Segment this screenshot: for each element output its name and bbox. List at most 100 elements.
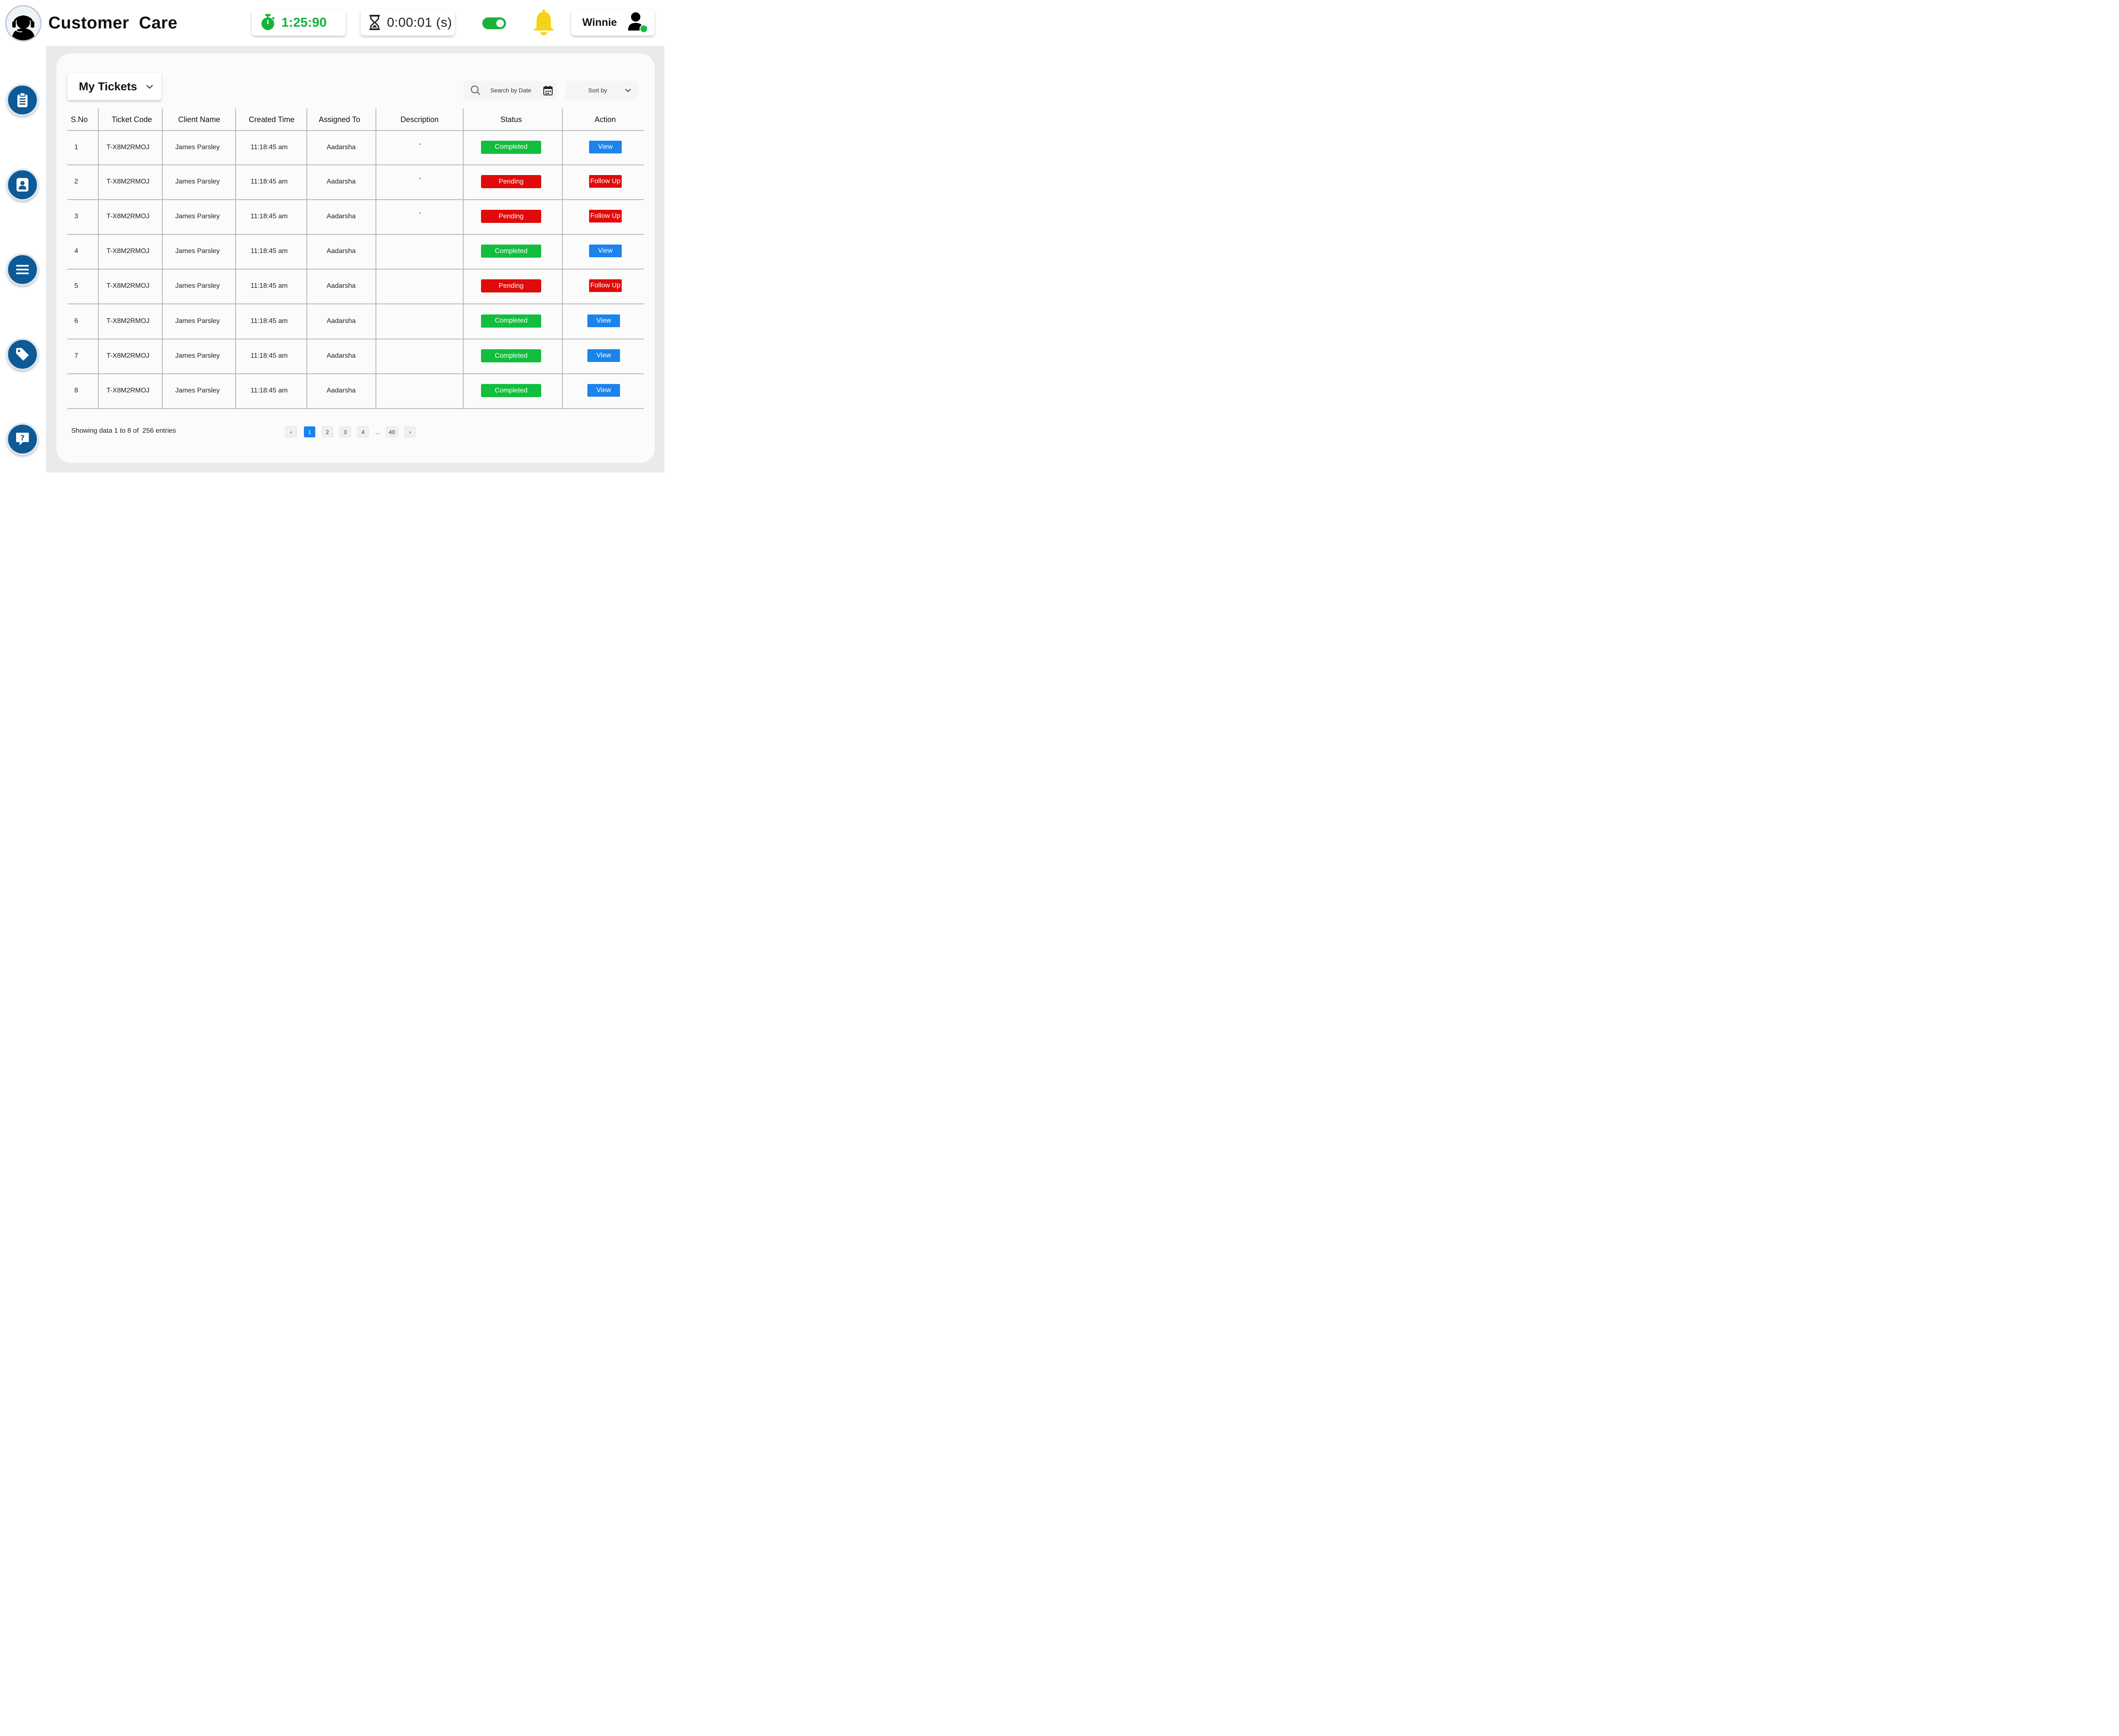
cell-desc: - (419, 175, 421, 182)
view-button[interactable]: View (587, 349, 620, 362)
view-button[interactable]: View (587, 384, 620, 397)
column-header[interactable]: S.No (64, 115, 94, 124)
notification-bell-icon[interactable] (531, 9, 556, 36)
entries-summary: Showing data 1 to 8 of 256 entries (71, 427, 176, 434)
page-button[interactable]: 3 (339, 426, 351, 437)
follow-up-button[interactable]: Follow Up (589, 210, 622, 223)
cell-time: 11:18:45 am (250, 282, 288, 289)
prev-page-button[interactable]: ‹ (285, 426, 297, 437)
table-row-divider (67, 130, 644, 131)
tickets-panel (56, 53, 655, 463)
column-header[interactable]: Client Name (165, 115, 233, 124)
cell-code: T-X8M2RMOJ (106, 213, 150, 220)
status-badge: Pending (481, 279, 541, 292)
sort-dropdown[interactable]: Sort by (565, 81, 638, 100)
cell-client: James Parsley (175, 387, 220, 394)
column-header[interactable]: Created Time (238, 115, 306, 124)
sidebar: ? (0, 46, 46, 473)
cell-desc: - (419, 209, 421, 217)
table-row-divider (67, 269, 644, 270)
chevron-down-icon (625, 89, 631, 92)
cell-time: 11:18:45 am (250, 387, 288, 394)
cell-time: 11:18:45 am (250, 352, 288, 359)
cell-code: T-X8M2RMOJ (106, 352, 150, 359)
top-bar: Customer Care 1:25:90 0:00:01 (s) Winnie (0, 0, 665, 46)
sidebar-item-tags[interactable] (6, 338, 39, 370)
view-selector-dropdown[interactable]: My Tickets (67, 73, 161, 100)
cell-client: James Parsley (175, 317, 220, 325)
cell-code: T-X8M2RMOJ (106, 178, 150, 185)
cell-client: James Parsley (175, 143, 220, 151)
column-header[interactable]: Ticket Code (102, 115, 161, 124)
cell-code: T-X8M2RMOJ (106, 317, 150, 325)
cell-time: 11:18:45 am (250, 213, 288, 220)
session-timer-value: 0:00:01 (s) (387, 15, 452, 30)
contact-card-icon (17, 178, 28, 192)
sort-label: Sort by (588, 87, 607, 94)
table-row-divider (67, 234, 644, 235)
follow-up-button[interactable]: Follow Up (589, 175, 622, 188)
user-avatar-icon (628, 12, 648, 33)
table-column-divider (562, 108, 563, 409)
cell-assigned: Aadarsha (326, 282, 356, 289)
column-header[interactable]: Description (379, 115, 460, 124)
table-row-divider (67, 408, 644, 409)
user-name: Winnie (582, 16, 617, 28)
tag-icon (16, 348, 29, 361)
page-button[interactable]: 2 (322, 426, 333, 437)
page-button[interactable]: 1 (304, 426, 315, 437)
cell-client: James Parsley (175, 352, 220, 359)
availability-toggle[interactable] (482, 17, 506, 29)
cell-assigned: Aadarsha (326, 143, 356, 151)
cell-client: James Parsley (175, 248, 220, 255)
status-badge: Pending (481, 175, 541, 188)
cell-client: James Parsley (175, 282, 220, 289)
cell-client: James Parsley (175, 213, 220, 220)
toggle-knob (496, 19, 504, 27)
search-placeholder: Search by Date (490, 87, 531, 94)
page-button[interactable]: 4 (357, 426, 369, 437)
calendar-icon[interactable] (543, 85, 553, 95)
sidebar-item-contacts[interactable] (6, 169, 39, 201)
column-header[interactable]: Action (567, 115, 643, 124)
next-page-button[interactable]: › (404, 426, 416, 437)
session-timer-card: 0:00:01 (s) (361, 9, 455, 36)
table-row-divider (67, 373, 644, 374)
table-column-divider (306, 108, 307, 409)
cell-code: T-X8M2RMOJ (106, 248, 150, 255)
cell-code: T-X8M2RMOJ (106, 143, 150, 151)
cell-code: T-X8M2RMOJ (106, 282, 150, 289)
status-badge: Completed (481, 349, 541, 362)
search-icon (471, 86, 480, 95)
svg-text:?: ? (20, 434, 25, 442)
column-header[interactable]: Status (464, 115, 558, 124)
follow-up-button[interactable]: Follow Up (589, 279, 622, 292)
user-profile-card[interactable]: Winnie (571, 9, 654, 36)
table-column-divider (162, 108, 163, 409)
view-button[interactable]: View (589, 140, 622, 153)
clipboard-icon (17, 92, 28, 107)
sidebar-item-tickets[interactable] (6, 84, 39, 116)
column-header[interactable]: Assigned To (308, 115, 371, 124)
stopwatch-value: 1:25:90 (281, 15, 327, 30)
table-row-divider (67, 303, 644, 304)
cell-assigned: Aadarsha (326, 248, 356, 255)
sidebar-item-help[interactable]: ? (6, 423, 39, 455)
sidebar-item-menu[interactable] (6, 253, 39, 286)
cell-time: 11:18:45 am (250, 143, 288, 151)
cell-time: 11:18:45 am (250, 248, 288, 255)
cell-time: 11:18:45 am (250, 317, 288, 325)
date-search[interactable]: Search by Date (464, 81, 557, 100)
view-button[interactable]: View (589, 245, 622, 257)
table-row-divider (67, 164, 644, 165)
status-badge: Completed (481, 314, 541, 328)
status-badge: Pending (481, 210, 541, 223)
view-button[interactable]: View (587, 314, 620, 327)
cell-assigned: Aadarsha (326, 317, 356, 325)
table-column-divider (235, 108, 236, 409)
page-button[interactable]: 40 (386, 426, 398, 437)
table-row-divider (67, 199, 644, 200)
help-chat-icon: ? (16, 433, 29, 445)
cell-code: T-X8M2RMOJ (106, 387, 150, 394)
table-column-divider (98, 108, 99, 409)
